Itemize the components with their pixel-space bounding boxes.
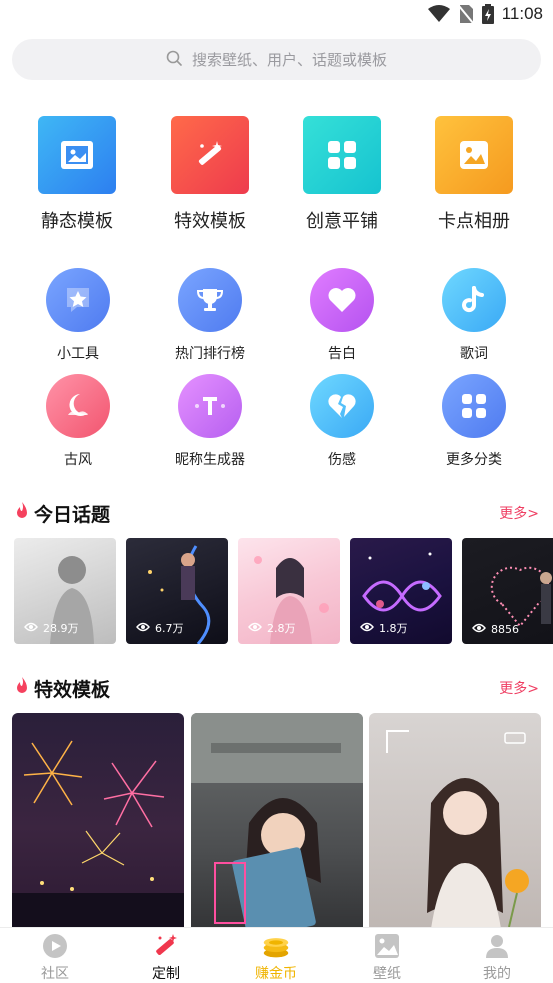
category-more[interactable]: 更多分类 — [414, 374, 534, 469]
category-confession-label: 告白 — [328, 346, 356, 362]
nav-community[interactable]: 社区 — [0, 932, 110, 983]
wifi-icon — [427, 5, 450, 23]
star-icon — [46, 268, 110, 332]
category-ancient-label: 古风 — [64, 452, 92, 468]
template-card[interactable] — [12, 713, 184, 927]
topics-title-wrap: 今日话题 — [14, 500, 110, 527]
search-placeholder: 搜索壁纸、用户、话题或模板 — [191, 51, 387, 69]
nav-earn-coins-label: 赚金币 — [255, 966, 297, 982]
nav-wallpaper-label: 壁纸 — [373, 966, 401, 982]
topics-section-header: 今日话题 更多> — [14, 500, 539, 526]
topic-views-count: 1.8万 — [379, 622, 408, 635]
status-icons: 11:08 — [427, 4, 543, 24]
music-note-icon — [442, 268, 506, 332]
template-card[interactable] — [191, 713, 363, 927]
status-time: 11:08 — [501, 4, 543, 23]
flame-icon — [14, 676, 30, 700]
grid-tiles-icon — [303, 116, 381, 194]
nav-community-label: 社区 — [41, 966, 69, 982]
category-sad[interactable]: 伤感 — [282, 374, 402, 469]
topic-views-count: 2.8万 — [267, 622, 296, 635]
cloud-icon — [46, 374, 110, 438]
topic-card[interactable]: 2.8万 — [238, 538, 340, 644]
template-static-label: 静态模板 — [41, 211, 113, 232]
battery-charging-icon — [481, 4, 494, 24]
flame-icon — [14, 501, 30, 525]
nav-earn-coins[interactable]: 赚金币 — [221, 932, 331, 983]
template-beat-album[interactable]: 卡点相册 — [414, 116, 534, 233]
category-ranking-label: 热门排行榜 — [175, 346, 245, 362]
template-beat-album-label: 卡点相册 — [438, 211, 510, 232]
coin-stack-icon — [262, 932, 290, 960]
eye-icon — [472, 623, 486, 636]
topics-more-link[interactable]: 更多> — [499, 503, 539, 523]
category-more-label: 更多分类 — [446, 452, 502, 468]
eye-icon — [360, 622, 374, 635]
template-effect-label: 特效模板 — [174, 211, 246, 232]
magic-wand-icon — [152, 932, 180, 960]
category-ancient[interactable]: 古风 — [18, 374, 138, 469]
topic-card[interactable]: 1.8万 — [350, 538, 452, 644]
bottom-nav: 社区 定制 赚金币 壁纸 我的 — [0, 927, 553, 983]
no-sim-icon — [457, 4, 474, 24]
templates-list — [12, 713, 553, 927]
topic-views-count: 6.7万 — [155, 622, 184, 635]
nav-wallpaper[interactable]: 壁纸 — [332, 932, 442, 983]
topic-views: 1.8万 — [360, 620, 408, 636]
topic-card[interactable]: 6.7万 — [126, 538, 228, 644]
category-lyrics-label: 歌词 — [460, 346, 488, 362]
category-sad-label: 伤感 — [328, 452, 356, 468]
topic-views-count: 28.9万 — [43, 622, 79, 635]
template-type-grid: 静态模板 特效模板 创意平铺 卡点相册 — [0, 116, 553, 236]
topics-title: 今日话题 — [34, 503, 111, 526]
status-bar: 11:08 — [0, 0, 553, 32]
topic-views-count: 8856 — [491, 623, 519, 636]
templates-more-link[interactable]: 更多> — [499, 678, 539, 698]
text-t-icon — [178, 374, 242, 438]
topic-card[interactable]: 28.9万 — [14, 538, 116, 644]
category-tools[interactable]: 小工具 — [18, 268, 138, 363]
topic-card[interactable]: 8856 — [462, 538, 553, 644]
templates-title: 特效模板 — [34, 678, 111, 701]
template-creative-tile[interactable]: 创意平铺 — [282, 116, 402, 233]
template-creative-tile-label: 创意平铺 — [306, 211, 378, 232]
nav-custom-label: 定制 — [152, 966, 180, 982]
user-icon — [483, 932, 511, 960]
search-icon — [166, 50, 182, 70]
category-confession[interactable]: 告白 — [282, 268, 402, 363]
template-effect[interactable]: 特效模板 — [150, 116, 270, 233]
topics-list: 28.9万 6.7万 2.8万 1.8万 8856 — [14, 538, 553, 644]
category-tools-label: 小工具 — [57, 346, 99, 362]
eye-icon — [248, 622, 262, 635]
topic-views: 28.9万 — [24, 620, 79, 636]
eye-icon — [24, 622, 38, 635]
category-lyrics[interactable]: 歌词 — [414, 268, 534, 363]
search-input[interactable]: 搜索壁纸、用户、话题或模板 — [12, 39, 541, 80]
category-nickname[interactable]: 昵称生成器 — [150, 374, 270, 469]
eye-icon — [136, 622, 150, 635]
template-card[interactable] — [369, 713, 541, 927]
category-nickname-label: 昵称生成器 — [175, 452, 245, 468]
picture-icon — [373, 932, 401, 960]
nav-custom[interactable]: 定制 — [111, 932, 221, 983]
topic-views: 8856 — [472, 623, 519, 636]
topic-views: 2.8万 — [248, 620, 296, 636]
topic-views: 6.7万 — [136, 620, 184, 636]
heart-icon — [310, 268, 374, 332]
category-ranking[interactable]: 热门排行榜 — [150, 268, 270, 363]
trophy-icon — [178, 268, 242, 332]
play-circle-icon — [41, 932, 69, 960]
nav-mine-label: 我的 — [483, 966, 511, 982]
nav-mine[interactable]: 我的 — [442, 932, 552, 983]
magic-wand-icon — [171, 116, 249, 194]
image-frame-icon — [38, 116, 116, 194]
broken-heart-icon — [310, 374, 374, 438]
templates-section-header: 特效模板 更多> — [14, 675, 539, 701]
photo-album-icon — [435, 116, 513, 194]
templates-title-wrap: 特效模板 — [14, 675, 110, 702]
template-static[interactable]: 静态模板 — [17, 116, 137, 233]
apps-icon — [442, 374, 506, 438]
